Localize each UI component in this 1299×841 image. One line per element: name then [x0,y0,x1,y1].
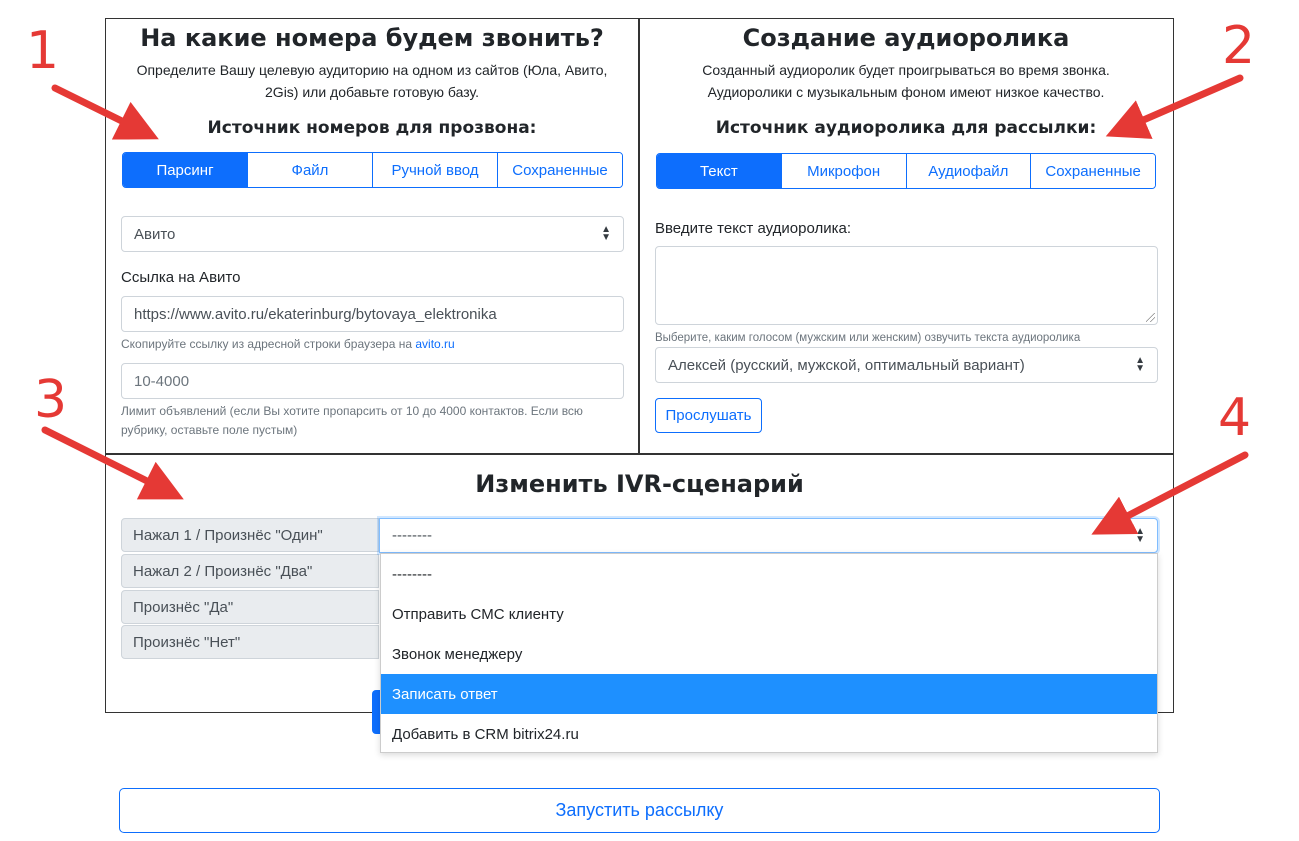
annotation-arrow-4 [1091,451,1249,535]
annotation-arrows [41,74,1249,535]
annotation-number-2: 2 [1222,16,1256,76]
annotation-arrow-1 [51,84,159,140]
annotation-number-4: 4 [1218,388,1252,448]
annotation-number-1: 1 [26,21,60,81]
annotation-number-3: 3 [34,370,68,430]
annotation-arrow-2 [1105,74,1244,139]
annotation-arrow-3 [41,426,184,500]
